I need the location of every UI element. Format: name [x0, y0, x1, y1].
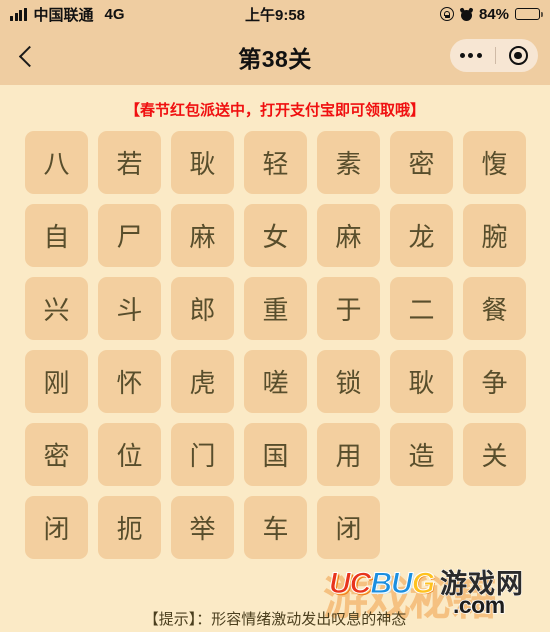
grid-row: 闭 扼 举 车 闭	[25, 496, 525, 559]
char-tile[interactable]: 耿	[390, 350, 453, 413]
rotation-lock-icon	[439, 7, 454, 21]
phone-screen: 中国联通 4G 上午9:58 84% 第38关 【春节红包派送中，打开支付宝即可…	[0, 0, 550, 632]
status-bar-right: 84%	[439, 5, 543, 23]
grid-row: 兴 斗 郎 重 于 二 餐	[25, 277, 526, 340]
battery-icon	[515, 7, 543, 21]
miniprogram-capsule	[450, 39, 538, 72]
char-tile[interactable]: 举	[171, 496, 234, 559]
grid-row: 自 尸 麻 女 麻 龙 腕	[25, 204, 526, 267]
watermark-cn-text: 游戏网	[440, 569, 525, 601]
char-tile[interactable]: 郎	[171, 277, 234, 340]
char-tile[interactable]: 龙	[390, 204, 453, 267]
game-content: 【春节红包派送中，打开支付宝即可领取哦】 八 若 耿 轻 素 密 愎 自 尸 麻…	[0, 85, 550, 632]
promo-banner[interactable]: 【春节红包派送中，打开支付宝即可领取哦】	[0, 85, 550, 131]
char-tile[interactable]: 素	[317, 131, 380, 194]
char-tile[interactable]: 关	[463, 423, 526, 486]
char-tile[interactable]: 刚	[25, 350, 88, 413]
char-tile[interactable]: 锁	[317, 350, 380, 413]
char-tile[interactable]: 尸	[98, 204, 161, 267]
back-button[interactable]	[0, 28, 54, 85]
signal-bars-icon	[10, 7, 27, 21]
char-tile[interactable]: 愎	[463, 131, 526, 194]
battery-percent-label: 84%	[478, 5, 509, 23]
grid-row: 八 若 耿 轻 素 密 愎	[25, 131, 526, 194]
char-tile[interactable]: 门	[171, 423, 234, 486]
target-circle-icon[interactable]	[508, 46, 528, 65]
char-tile[interactable]: 重	[244, 277, 307, 340]
network-type-label: 4G	[104, 5, 125, 23]
char-tile[interactable]: 麻	[317, 204, 380, 267]
watermark-g-text: G	[411, 567, 435, 601]
chevron-left-icon	[18, 45, 41, 68]
char-tile[interactable]: 扼	[98, 496, 161, 559]
char-tile[interactable]: 兴	[25, 277, 88, 340]
char-tile[interactable]: 虎	[171, 350, 234, 413]
char-tile[interactable]: 争	[463, 350, 526, 413]
char-tile[interactable]: 闭	[317, 496, 380, 559]
char-tile[interactable]: 麻	[171, 204, 234, 267]
watermark-uc-text: UC	[328, 567, 371, 601]
nav-bar: 第38关	[0, 28, 550, 85]
char-tile[interactable]: 国	[244, 423, 307, 486]
char-tile[interactable]: 位	[98, 423, 161, 486]
char-tile[interactable]: 密	[390, 131, 453, 194]
status-bar-left: 中国联通 4G	[10, 4, 125, 25]
more-dots-icon[interactable]	[457, 53, 482, 58]
char-tile[interactable]: 斗	[98, 277, 161, 340]
carrier-label: 中国联通	[33, 6, 94, 24]
grid-row: 密 位 门 国 用 造 关	[25, 423, 526, 486]
char-tile[interactable]: 腕	[463, 204, 526, 267]
char-tile[interactable]: 车	[244, 496, 307, 559]
capsule-divider	[494, 47, 496, 64]
char-tile[interactable]: 于	[317, 277, 380, 340]
char-tile[interactable]: 若	[98, 131, 161, 194]
character-grid: 八 若 耿 轻 素 密 愎 自 尸 麻 女 麻 龙 腕 兴 斗 郎 重 于 二 …	[0, 131, 550, 559]
status-bar: 中国联通 4G 上午9:58 84%	[0, 0, 550, 28]
char-tile[interactable]: 嗟	[244, 350, 307, 413]
char-tile[interactable]: 自	[25, 204, 88, 267]
char-tile[interactable]: 女	[244, 204, 307, 267]
grid-row: 刚 怀 虎 嗟 锁 耿 争	[25, 350, 526, 413]
char-tile[interactable]: 怀	[98, 350, 161, 413]
alarm-clock-icon	[459, 6, 474, 21]
watermark-logo: UC BU G 游戏网	[328, 562, 525, 601]
char-tile[interactable]: 闭	[25, 496, 88, 559]
char-tile[interactable]: 造	[390, 423, 453, 486]
watermark-bu-text: BU	[370, 567, 413, 601]
char-tile[interactable]: 轻	[244, 131, 307, 194]
char-tile[interactable]: 餐	[463, 277, 526, 340]
char-tile[interactable]: 密	[25, 423, 88, 486]
hint-text: 【提示】：形容情绪激动发出叹息的神态	[143, 611, 407, 628]
char-tile[interactable]: 用	[317, 423, 380, 486]
char-tile[interactable]: 八	[25, 131, 88, 194]
char-tile[interactable]: 耿	[171, 131, 234, 194]
char-tile[interactable]: 二	[390, 277, 453, 340]
